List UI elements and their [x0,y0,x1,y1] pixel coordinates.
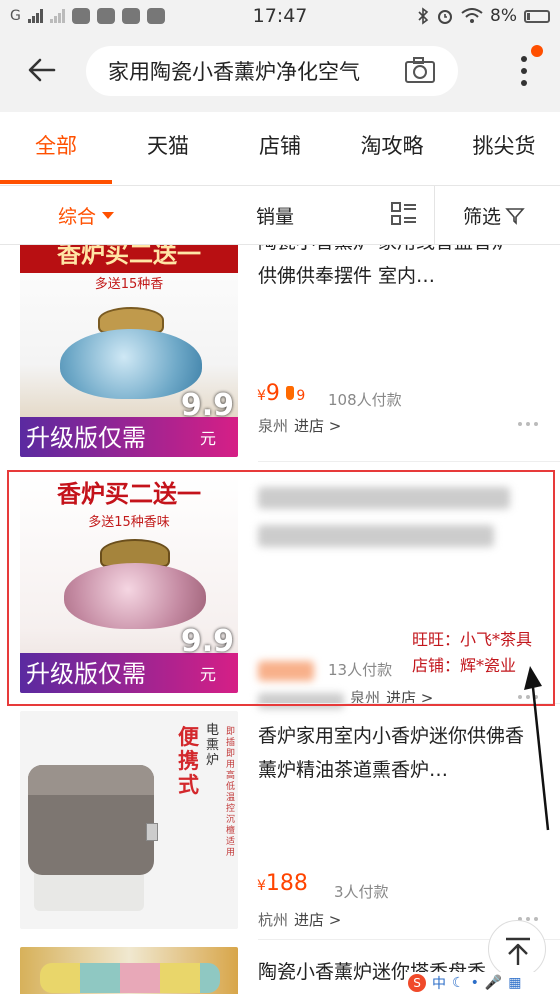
ime-label[interactable]: 中 [432,973,446,993]
list-item[interactable]: 电熏炉 便携式 即插即用 高低温控 沉檀适用 香炉家用室内小香炉迷你供佛香薰炉精… [0,711,560,937]
censer-row-illustration [40,963,220,993]
product-title[interactable]: 香炉家用室内小香炉迷你供佛香薰炉精油茶道熏香炉… [258,719,528,787]
dropdown-arrow-icon [102,212,115,219]
more-menu-icon[interactable] [514,50,534,100]
product-title[interactable]: 陶瓷小香薰炉 家用线香盘香炉供佛供奉摆件 室内… [258,245,528,293]
moon-icon: ☾ [452,975,465,991]
promo-price: 9.9 [180,388,234,423]
sort-sales[interactable]: 销量 [256,202,294,229]
price-symbol: ¥ [257,388,266,404]
category-tabs: 全部 天猫 店铺 淘攻略 挑尖货 [0,112,560,184]
product-image[interactable]: 电熏炉 便携式 即插即用 高低温控 沉檀适用 [20,711,238,929]
tab-shops[interactable]: 店铺 [224,112,336,184]
store-link[interactable]: 进店 > [294,417,341,435]
price-value: 9 [265,381,280,406]
shop-location: 杭州 进店 > [258,909,341,930]
tab-guides[interactable]: 淘攻略 [336,112,448,184]
search-query: 家用陶瓷小香薰炉净化空气 [108,60,360,84]
search-header: 家用陶瓷小香薰炉净化空气 [0,32,560,112]
keyboard-icon: ▦ [508,975,522,991]
device-label-big: 便携式 [178,725,199,797]
promo-unit: 元 [199,429,216,448]
input-method-bar: S 中 ☾ • 🎤 ▦ [404,972,560,994]
divider [434,186,435,244]
notification-dot [531,45,543,57]
list-item[interactable]: 香炉买二送一 多送15种香 升级版仅需 9.9 元 陶瓷小香薰炉 家用线香盘香炉… [0,245,560,459]
status-bar: G 17:47 8% [0,0,560,32]
status-time: 17:47 [252,5,308,27]
tab-tmall[interactable]: 天猫 [112,112,224,184]
price-tag-icon [286,386,295,400]
dot-icon: • [470,975,479,991]
device-notes: 即插即用 高低温控 沉檀适用 [226,727,236,858]
promo-caption: 升级版仅需 [26,424,146,452]
list-view-icon[interactable] [390,200,418,228]
divider [258,461,560,462]
device-label-small: 电熏炉 [206,723,220,768]
mic-icon: 🎤 [484,975,503,991]
back-arrow-icon[interactable] [24,52,60,88]
city-name: 泉州 [258,417,289,435]
product-image[interactable] [20,947,238,994]
banner-text: 香炉买二送一 [20,245,238,273]
screen: G 17:47 8% 家用陶瓷小香薰炉净化空气 全部 天猫 店铺 淘攻略 挑尖货… [0,0,560,994]
tab-all[interactable]: 全部 [0,112,112,184]
tab-picks[interactable]: 挑尖货 [448,112,560,184]
battery-icon [524,9,550,23]
store-link[interactable]: 进店 > [294,911,341,929]
paid-count: 3人付款 [334,883,389,901]
arrow-annotation-icon [524,666,550,831]
price-value: 188 [265,871,308,896]
price-tag-value: 9 [296,388,306,404]
filter-icon [505,207,525,225]
search-input[interactable]: 家用陶瓷小香薰炉净化空气 [86,46,458,96]
sogou-icon: S [408,974,426,992]
filter-label: 筛选 [463,206,502,228]
product-price: ¥188 [257,871,308,896]
banner-subtext: 多送15种香 [94,277,164,292]
filter-button[interactable]: 筛选 [463,202,525,229]
camera-icon[interactable] [404,56,436,84]
more-options-icon[interactable] [518,422,538,426]
censer-illustration [56,307,206,399]
sort-comprehensive-label: 综合 [58,206,97,228]
product-price: ¥9 9 [257,381,305,406]
annotation-wangwang: 旺旺：小飞*茶具 [412,630,533,649]
city-name: 杭州 [258,911,289,929]
product-image[interactable]: 香炉买二送一 多送15种香 升级版仅需 9.9 元 [20,245,238,457]
paid-count: 108人付款 [328,391,402,409]
sort-bar: 综合 销量 筛选 [0,186,560,244]
shop-location: 泉州 进店 > [258,415,341,436]
sort-comprehensive[interactable]: 综合 [58,202,115,229]
device-illustration [28,749,158,915]
price-symbol: ¥ [257,878,266,894]
arrow-up-icon [506,937,530,965]
back-to-top-button[interactable] [488,920,546,978]
annotation-shop: 店铺：辉*瓷业 [412,656,517,675]
